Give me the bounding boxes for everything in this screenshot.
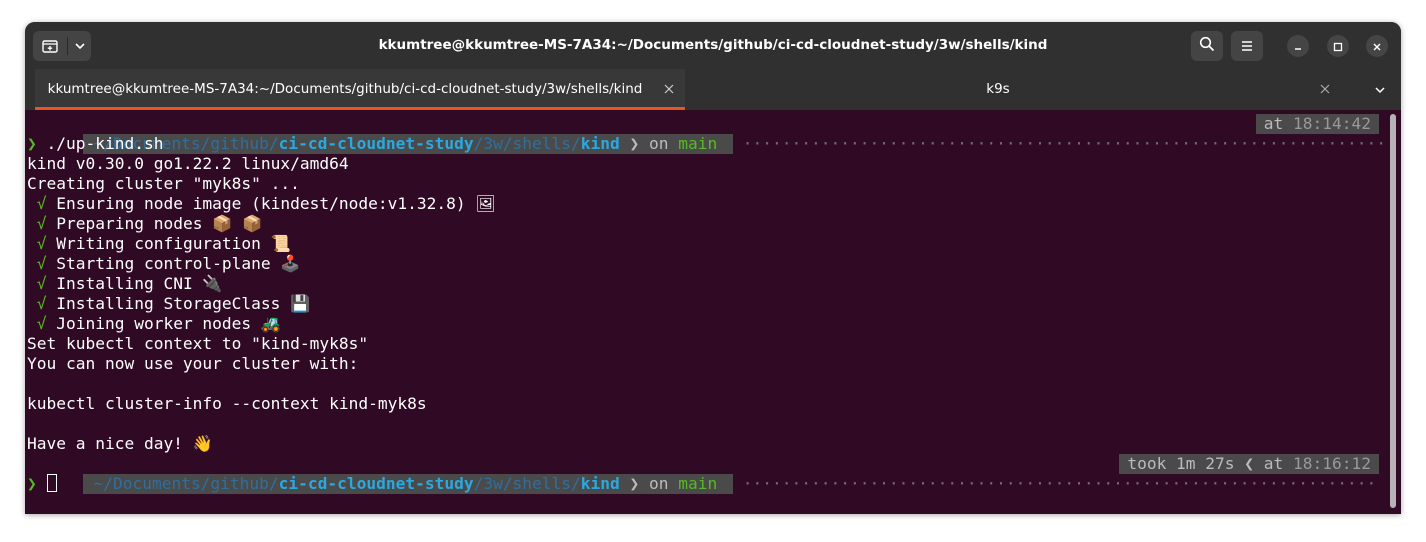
terminal-output[interactable]: ~/Documents/github/ci-cd-cloudnet-study/…	[25, 110, 1401, 514]
output-line: You can now use your cluster with:	[27, 354, 359, 373]
minimize-icon[interactable]	[1293, 37, 1303, 56]
output-line: Have a nice day! 👋	[27, 434, 213, 453]
shell-prompt: ~/Documents/github/ci-cd-cloudnet-study/…	[25, 114, 1401, 154]
maximize-button[interactable]	[1327, 35, 1349, 57]
minimize-button[interactable]	[1287, 35, 1309, 57]
text-cursor	[46, 474, 57, 492]
command-line: ❯ ./up-kind.sh	[27, 134, 164, 153]
prompt-path: ~/Documents/github/ci-cd-cloudnet-study/…	[83, 134, 733, 154]
output-step: √ Joining worker nodes 🚜	[36, 314, 282, 333]
prompt-right: took 1m 27s ❮ at 18:16:12	[1119, 454, 1379, 474]
output-step: √ Ensuring node image (kindest/node:v1.3…	[36, 194, 496, 213]
output-line: Creating cluster "myk8s" ...	[27, 174, 300, 193]
output-line: kubectl cluster-info --context kind-myk8…	[27, 394, 427, 413]
title-bar: kkumtree@kkumtree-MS-7A34:~/Documents/gi…	[25, 22, 1401, 69]
prompt-path: ~/Documents/github/ci-cd-cloudnet-study/…	[83, 474, 733, 494]
tab-list-chevron-down-icon[interactable]	[1373, 83, 1387, 97]
tab-label: k9s	[986, 81, 1010, 97]
output-line: kind v0.30.0 go1.22.2 linux/amd64	[27, 154, 349, 173]
tab-label: kkumtree@kkumtree-MS-7A34:~/Documents/gi…	[47, 81, 643, 97]
close-icon[interactable]	[1372, 37, 1382, 56]
input-line[interactable]: ❯	[27, 474, 57, 494]
tab-kind[interactable]: kkumtree@kkumtree-MS-7A34:~/Documents/gi…	[35, 69, 685, 110]
maximize-icon[interactable]	[1333, 37, 1343, 56]
shell-prompt: ~/Documents/github/ci-cd-cloudnet-study/…	[25, 454, 1379, 494]
output-step: √ Installing CNI 🔌	[36, 274, 223, 293]
tab-close-icon[interactable]	[663, 83, 675, 95]
tab-k9s[interactable]: k9s	[685, 69, 1341, 110]
scrollbar[interactable]	[1387, 110, 1401, 514]
hamburger-menu-icon[interactable]	[1240, 37, 1254, 56]
output-step: √ Preparing nodes 📦 📦	[36, 214, 263, 233]
tab-bar: kkumtree@kkumtree-MS-7A34:~/Documents/gi…	[25, 69, 1401, 110]
output-step: √ Starting control-plane 🕹️	[36, 254, 301, 273]
search-button[interactable]	[1191, 31, 1223, 61]
prompt-right: at 18:14:42	[1255, 114, 1379, 134]
tab-close-icon[interactable]	[1319, 83, 1331, 95]
output-step: √ Writing configuration 📜	[36, 234, 291, 253]
menu-button[interactable]	[1231, 31, 1263, 61]
output-step: √ Installing StorageClass 💾	[36, 294, 311, 313]
scrollbar-thumb[interactable]	[1390, 114, 1396, 508]
close-button[interactable]	[1366, 35, 1388, 57]
terminal-window: kkumtree@kkumtree-MS-7A34:~/Documents/gi…	[25, 22, 1401, 514]
output-line: Set kubectl context to "kind-myk8s"	[27, 334, 369, 353]
search-icon[interactable]	[1199, 36, 1215, 56]
